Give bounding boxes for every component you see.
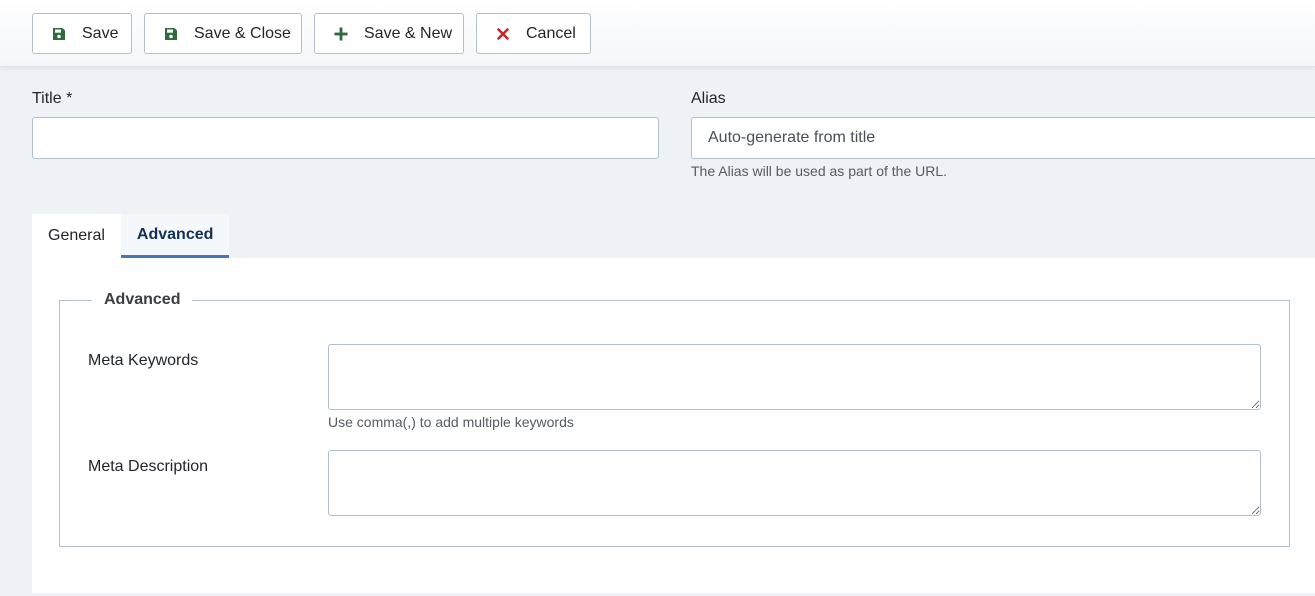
meta-keywords-label: Meta Keywords: [88, 352, 199, 369]
title-label: Title *: [32, 90, 73, 107]
tab-bar: General Advanced: [32, 214, 230, 258]
meta-description-label: Meta Description: [88, 458, 209, 475]
toolbar: Save Save & Close Save & New Cancel: [0, 0, 1315, 67]
plus-icon: [333, 26, 349, 42]
alias-help-text: The Alias will be used as part of the UR…: [691, 163, 948, 179]
tab-general[interactable]: General: [32, 214, 121, 258]
meta-keywords-textarea[interactable]: [328, 344, 1261, 410]
tab-panel-advanced: Advanced Meta Keywords Use comma(,) to a…: [32, 258, 1315, 593]
tab-advanced[interactable]: Advanced: [120, 214, 230, 258]
save-button-label: Save: [82, 24, 119, 42]
save-new-button-label: Save & New: [364, 24, 453, 42]
alias-input[interactable]: [691, 117, 1315, 159]
save-close-button[interactable]: Save & Close: [144, 13, 302, 54]
cancel-button-label: Cancel: [526, 24, 576, 42]
save-close-button-label: Save & Close: [194, 24, 291, 42]
floppy-disk-icon: [51, 26, 67, 42]
advanced-fieldset: Advanced Meta Keywords Use comma(,) to a…: [59, 291, 1290, 547]
close-icon: [495, 26, 511, 42]
floppy-disk-icon: [163, 26, 179, 42]
alias-label: Alias: [691, 90, 726, 107]
save-button[interactable]: Save: [32, 13, 132, 54]
meta-description-textarea[interactable]: [328, 450, 1261, 516]
fieldset-legend: Advanced: [92, 291, 193, 309]
meta-keywords-help-text: Use comma(,) to add multiple keywords: [328, 414, 574, 430]
title-input[interactable]: [32, 117, 659, 159]
save-new-button[interactable]: Save & New: [314, 13, 464, 54]
cancel-button[interactable]: Cancel: [476, 13, 591, 54]
